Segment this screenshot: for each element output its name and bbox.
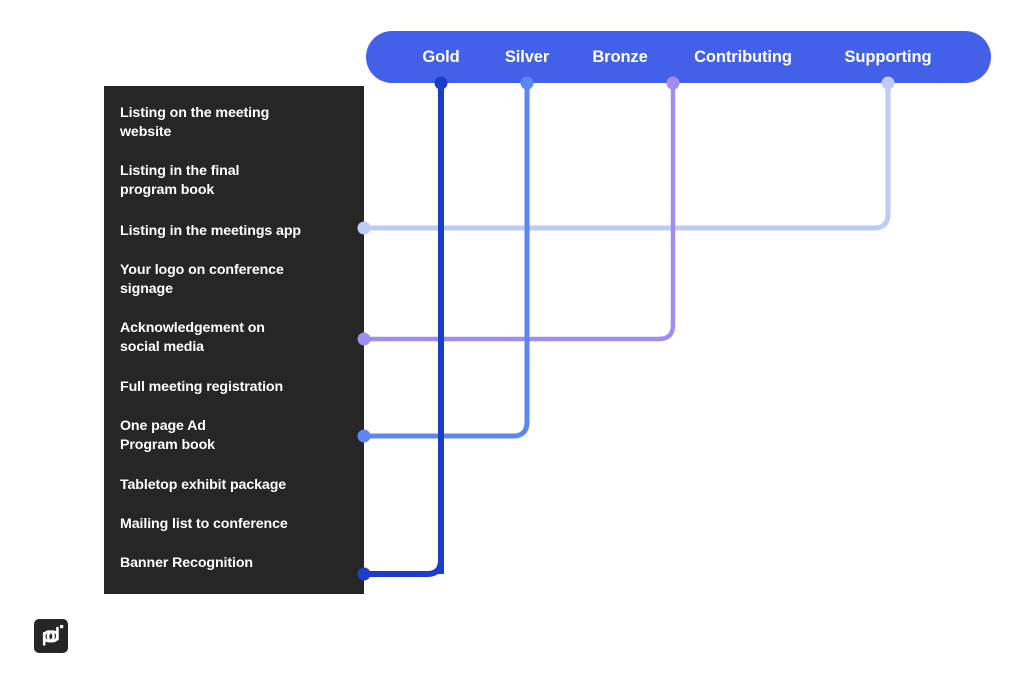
endpoint-dot-gold [357,567,371,581]
endpoint-dot-contributing [357,332,371,346]
gold-connector [361,80,444,577]
contributing-connector [361,80,676,342]
header-dot-silver [520,76,534,90]
header-dot-bronze [666,76,680,90]
benefit-item-listing-meeting-website: Listing on the meeting website [120,105,270,140]
infographic-canvas: Gold Silver Bronze Contributing Supporti… [0,0,1024,689]
pandadoc-logo[interactable] [34,619,68,653]
endpoint-dot-supporting [357,221,371,235]
benefit-item-banner-recognition: Banner Recognition [120,555,253,571]
tier-label-contributing[interactable]: Contributing [694,31,792,83]
tier-label-bronze[interactable]: Bronze [592,31,647,83]
endpoint-dot-silver [357,429,371,443]
benefit-item-listing-program-book: Listing in the final program book [120,163,240,198]
tier-header-bar: Gold Silver Bronze Contributing Supporti… [366,31,991,83]
benefit-item-tabletop-exhibit-package: Tabletop exhibit package [120,477,287,493]
pandadoc-logo-mark [42,625,64,646]
tier-label-supporting[interactable]: Supporting [845,31,932,83]
tier-label-gold[interactable]: Gold [422,31,459,83]
benefit-item-full-meeting-registration: Full meeting registration [120,379,284,395]
benefit-item-acknowledgement-social-media: Acknowledgement on social media [120,320,265,355]
silver-connector [361,80,530,439]
tier-label-silver[interactable]: Silver [505,31,549,83]
benefit-item-one-page-ad-program-book: One page Ad Program book [120,418,215,453]
header-dot-supporting [881,76,895,90]
benefits-panel: Listing on the meeting website Listing i… [104,86,364,594]
benefit-item-mailing-list-conference: Mailing list to conference [120,516,288,532]
header-dot-gold [434,76,448,90]
benefit-item-listing-meetings-app: Listing in the meetings app [120,223,301,239]
benefit-item-logo-conference-signage: Your logo on conference signage [120,262,284,297]
